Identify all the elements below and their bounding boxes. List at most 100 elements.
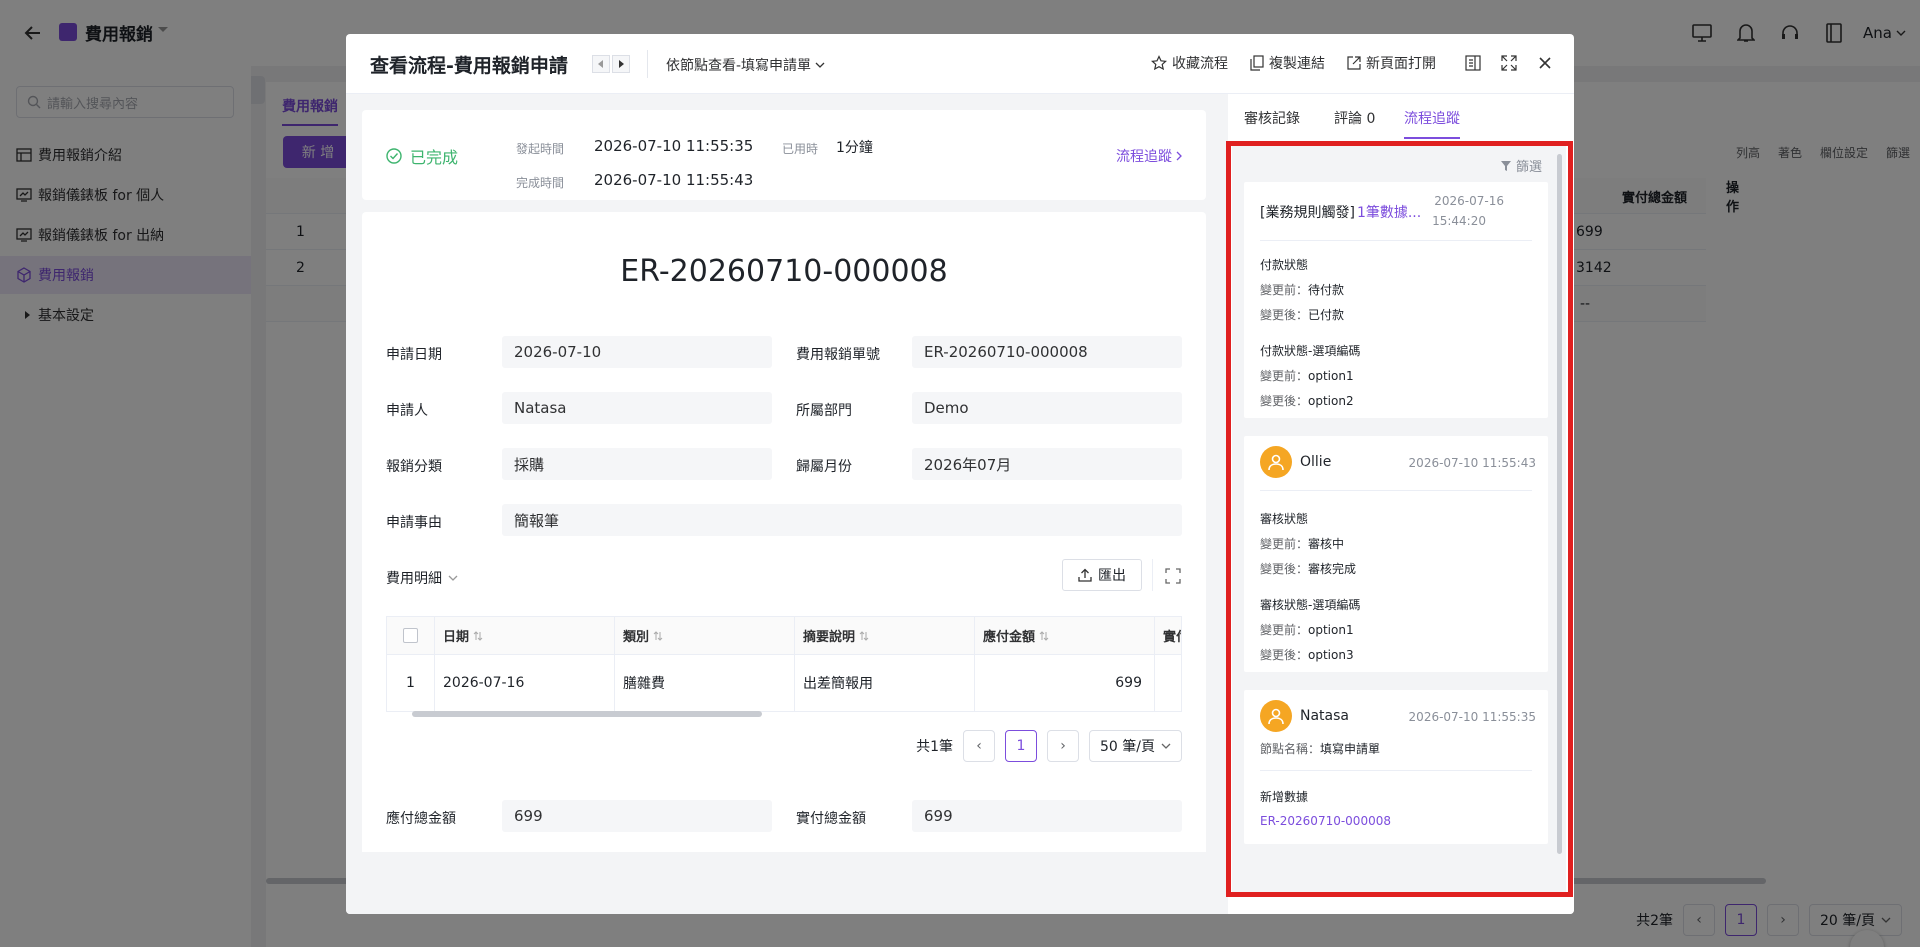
fullscreen-icon[interactable] (1498, 52, 1520, 74)
tab-review-records[interactable]: 審核記錄 (1244, 108, 1300, 128)
status-card: 已完成 發起時間 2026-07-10 11:55:35 已用時 1分鐘 完成時… (362, 110, 1206, 200)
table-row[interactable]: 1 2026-07-16 膳雜費 出差簡報用 699 (387, 655, 1181, 711)
row-index: 1 (387, 655, 435, 711)
start-time-value: 2026-07-10 11:55:35 (594, 137, 754, 155)
status-badge: 已完成 (386, 144, 458, 168)
prev-page-button[interactable]: ‹ (963, 730, 996, 762)
end-time-label: 完成時間 (516, 176, 565, 190)
copy-icon (1250, 55, 1264, 71)
page-size-select[interactable]: 50 筆/頁 (1089, 730, 1182, 762)
chevron-right-icon (1176, 151, 1182, 161)
elapsed-label: 已用時 (782, 142, 819, 156)
sort-icon[interactable] (653, 630, 663, 641)
check-circle-icon (386, 148, 402, 164)
document-number: ER-20260710-000008 (620, 254, 948, 289)
field-label: 報銷分類 (386, 459, 442, 475)
sort-icon[interactable] (859, 630, 869, 641)
field-label: 歸屬月份 (796, 459, 852, 475)
panel-toggle-icon[interactable] (1462, 52, 1484, 74)
field-label: 實付總金額 (796, 811, 866, 827)
field-label: 申請事由 (386, 515, 442, 531)
favorite-label: 收藏流程 (1172, 56, 1228, 72)
column-header-summary[interactable]: 摘要說明 (795, 617, 975, 654)
detail-section-title: 費用明細 (386, 571, 442, 587)
status-text: 已完成 (410, 148, 459, 167)
tab-process-trace[interactable]: 流程追蹤 (1404, 108, 1460, 139)
chevron-down-icon (815, 62, 825, 68)
paid-total-field[interactable]: 699 (912, 800, 1182, 832)
end-time-value: 2026-07-10 11:55:43 (594, 171, 754, 189)
column-label: 摘要說明 (803, 630, 856, 645)
department-field[interactable]: Demo (912, 392, 1182, 424)
detail-horizontal-scrollbar[interactable] (412, 711, 762, 717)
start-time-label: 發起時間 (516, 142, 565, 156)
toolbar-divider (1152, 559, 1153, 591)
detail-section-toggle[interactable]: 費用明細 (386, 568, 458, 588)
field-label: 所屬部門 (796, 403, 852, 419)
detail-table-header: 日期 類別 摘要說明 應付金額 實付 (387, 617, 1181, 655)
detail-pagination: 共1筆 ‹ 1 › 50 筆/頁 (916, 730, 1182, 762)
tab-comments[interactable]: 評論 0 (1334, 108, 1375, 128)
open-new-page-button[interactable]: 新頁面打開 (1347, 53, 1436, 73)
modal-actions: 收藏流程 複製連結 新頁面打開 (1129, 52, 1556, 74)
modal-header: 查看流程-費用報銷申請 依節點查看-填寫申請單 收藏流程 複製連結 新頁面打開 (346, 34, 1574, 94)
copy-link-label: 複製連結 (1269, 56, 1325, 72)
select-all-checkbox[interactable] (387, 617, 435, 654)
row-paid (1155, 655, 1181, 711)
apply-date-field[interactable]: 2026-07-10 (502, 336, 772, 368)
record-nav (592, 55, 630, 73)
modal-title: 查看流程-費用報銷申請 (370, 55, 568, 77)
chevron-down-icon (448, 575, 458, 581)
trace-link-label: 流程追蹤 (1116, 149, 1172, 165)
row-category: 膳雜費 (615, 655, 795, 711)
prev-record-button[interactable] (592, 55, 610, 73)
sort-icon[interactable] (1039, 630, 1049, 641)
expand-icon[interactable] (1164, 567, 1182, 585)
view-mode-label: 依節點查看-填寫申請單 (666, 58, 812, 74)
export-label: 匯出 (1098, 568, 1126, 584)
row-summary: 出差簡報用 (795, 655, 975, 711)
row-amount: 699 (975, 655, 1155, 711)
sort-icon[interactable] (473, 630, 483, 641)
open-new-page-label: 新頁面打開 (1366, 56, 1436, 72)
elapsed-value: 1分鐘 (836, 140, 873, 156)
export-button[interactable]: 匯出 (1062, 559, 1142, 591)
expense-no-field[interactable]: ER-20260710-000008 (912, 336, 1182, 368)
external-link-icon (1347, 56, 1361, 70)
detail-total-count: 共1筆 (916, 739, 954, 755)
column-label: 實付 (1163, 630, 1181, 645)
close-icon[interactable] (1534, 52, 1556, 74)
column-label: 類別 (623, 630, 650, 645)
field-label: 申請人 (386, 403, 428, 419)
column-header-paid[interactable]: 實付 (1155, 617, 1181, 654)
page-size-value: 50 筆/頁 (1100, 739, 1155, 755)
applicant-field[interactable]: Natasa (502, 392, 772, 424)
page-number[interactable]: 1 (1005, 730, 1038, 762)
trace-link[interactable]: 流程追蹤 (1116, 146, 1182, 166)
upload-icon (1078, 568, 1092, 582)
field-label: 費用報銷單號 (796, 347, 880, 363)
form-pane: 已完成 發起時間 2026-07-10 11:55:35 已用時 1分鐘 完成時… (346, 94, 1220, 914)
next-record-button[interactable] (612, 55, 630, 73)
column-header-date[interactable]: 日期 (435, 617, 615, 654)
reason-field[interactable]: 簡報筆 (502, 504, 1182, 536)
payable-total-field[interactable]: 699 (502, 800, 772, 832)
star-icon (1151, 55, 1167, 71)
column-header-category[interactable]: 類別 (615, 617, 795, 654)
column-header-amount[interactable]: 應付金額 (975, 617, 1155, 654)
copy-link-button[interactable]: 複製連結 (1250, 53, 1325, 73)
header-divider (647, 50, 648, 78)
row-date: 2026-07-16 (435, 655, 615, 711)
form-card: ER-20260710-000008 申請日期 2026-07-10 費用報銷單… (362, 212, 1206, 852)
column-label: 日期 (443, 630, 470, 645)
field-label: 申請日期 (386, 347, 442, 363)
view-mode-select[interactable]: 依節點查看-填寫申請單 (666, 55, 825, 75)
field-label: 應付總金額 (386, 811, 456, 827)
month-field[interactable]: 2026年07月 (912, 448, 1182, 480)
category-field[interactable]: 採購 (502, 448, 772, 480)
detail-table: 日期 類別 摘要說明 應付金額 實付 1 2026-07-16 膳雜費 出差簡報… (386, 616, 1182, 712)
next-page-button[interactable]: › (1047, 730, 1080, 762)
favorite-button[interactable]: 收藏流程 (1151, 53, 1228, 73)
highlight-box (1226, 141, 1573, 897)
column-label: 應付金額 (983, 630, 1036, 645)
